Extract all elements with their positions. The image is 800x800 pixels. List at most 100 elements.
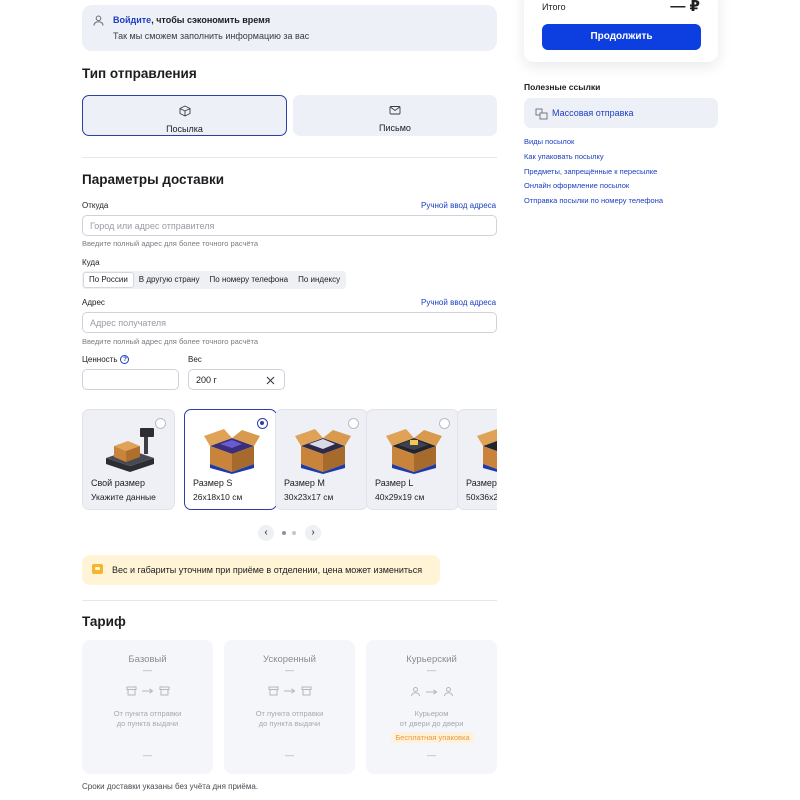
mass-sending-card[interactable]: Массовая отправка (524, 98, 718, 128)
size-dims: 40x29x19 см (375, 492, 425, 502)
weight-label: Вес (188, 355, 202, 364)
person-icon (443, 687, 453, 697)
tariff-desc-line2: до пункта выдачи (258, 719, 321, 728)
pager-dot[interactable] (282, 531, 286, 535)
weight-input[interactable]: 200 г (188, 369, 285, 390)
login-prompt: Войдите, чтобы сэкономить время (113, 15, 270, 25)
tab-by-index[interactable]: По индексу (293, 272, 345, 288)
tab-other-country[interactable]: В другую страну (134, 272, 205, 288)
store-icon (126, 686, 136, 696)
help-icon[interactable]: ? (120, 355, 130, 365)
link-send-by-phone[interactable]: Отправка посылки по номеру телефона (524, 196, 663, 205)
size-dims: 50x36x21 см (466, 492, 497, 502)
tariff-card-express[interactable]: Ускоренный — От пункта отправки до пункта… (224, 640, 355, 774)
tariff-time: — (285, 750, 294, 760)
chevron-right-icon[interactable]: › (305, 525, 321, 541)
size-card-m[interactable]: Размер M 30x23x17 см (275, 409, 368, 510)
type-letter-label: Письмо (379, 123, 411, 133)
route (224, 686, 355, 696)
from-hint: Введите полный адрес для более точного р… (82, 239, 259, 248)
tab-by-phone[interactable]: По номеру телефона (205, 272, 294, 288)
tariff-time: — (427, 750, 436, 760)
weight-value: 200 г (196, 374, 217, 385)
tariff-desc-line1: Курьером (414, 709, 449, 718)
size-dims: Укажите данные (91, 492, 156, 502)
address-label: Адрес (82, 298, 105, 307)
free-packaging-badge: Бесплатная упаковка (391, 732, 474, 743)
continue-button[interactable]: Продолжить (542, 24, 701, 50)
login-link[interactable]: Войдите (113, 15, 151, 25)
size-card-l[interactable]: Размер L 40x29x19 см (366, 409, 459, 510)
delivery-params-title: Параметры доставки (82, 172, 225, 187)
type-letter-card[interactable]: Письмо (293, 95, 497, 136)
tariff-desc-line1: От пункта отправки (113, 709, 182, 718)
size-name: Размер L (375, 478, 414, 488)
login-banner: Войдите, чтобы сэкономить время Так мы с… (82, 5, 497, 51)
arrow-right-icon (141, 688, 153, 694)
arrow-right-icon (283, 688, 295, 694)
size-name: Размер M (284, 478, 325, 488)
boxes-icon (535, 107, 548, 125)
tariff-card-basic[interactable]: Базовый — От пункта отправки до пункта вы… (82, 640, 213, 774)
link-parcel-types[interactable]: Виды посылок (524, 137, 574, 146)
tariff-price: — (427, 665, 436, 675)
size-card-s[interactable]: Размер S 26x18x10 см (184, 409, 277, 510)
tab-russia[interactable]: По России (83, 272, 134, 288)
size-card-custom[interactable]: Свой размер Укажите данные (82, 409, 175, 510)
store-icon (301, 686, 311, 696)
arrow-right-icon (425, 688, 437, 695)
tariff-desc-line2: от двери до двери (399, 719, 464, 728)
recipient-address-input[interactable]: Адрес получателя (82, 312, 497, 333)
tariff-desc: От пункта отправки до пункта выдачи (82, 709, 213, 729)
type-parcel-card[interactable]: Посылка (82, 95, 287, 136)
size-name: Размер XL (466, 478, 497, 488)
value-label-text: Ценность (82, 355, 118, 364)
declared-value-input[interactable] (82, 369, 179, 390)
warning-text: Вес и габариты уточним при приёме в отде… (112, 565, 423, 575)
person-icon (410, 687, 420, 697)
to-label: Куда (82, 258, 100, 267)
tariff-card-courier[interactable]: Курьерский — Курьером от двери до двери Б… (366, 640, 497, 774)
tariff-time: — (143, 750, 152, 760)
value-label: Ценность? (82, 355, 130, 365)
tariff-footnote: Сроки доставки указаны без учёта дня при… (82, 782, 259, 791)
link-prohibited-items[interactable]: Предметы, запрещённые к пересылке (524, 167, 657, 176)
size-carousel: Свой размер Укажите данные Размер S 26x1… (82, 409, 497, 511)
link-how-to-pack[interactable]: Как упаковать посылку (524, 152, 604, 161)
useful-links-title: Полезные ссылки (524, 82, 601, 92)
from-label: Откуда (82, 201, 109, 210)
user-icon (92, 14, 105, 32)
divider (82, 157, 497, 158)
login-subtitle: Так мы сможем заполнить информацию за ва… (113, 31, 310, 41)
type-parcel-label: Посылка (166, 124, 203, 134)
tariff-name: Базовый (128, 654, 167, 665)
from-address-input[interactable]: Город или адрес отправителя (82, 215, 497, 236)
open-box-icon (295, 429, 351, 474)
pager-dot[interactable] (292, 531, 296, 535)
tariff-desc: От пункта отправки до пункта выдачи (224, 709, 355, 729)
total-label: Итого (542, 2, 566, 12)
scale-with-box-icon (106, 428, 154, 472)
clear-icon[interactable] (266, 376, 275, 387)
tariff-desc-line2: до пункта выдачи (116, 719, 179, 728)
chevron-left-icon[interactable]: ‹ (258, 525, 274, 541)
store-icon (159, 686, 169, 696)
size-card-xl[interactable]: Размер XL 50x36x21 см (457, 409, 497, 510)
login-prompt-text: , чтобы сэкономить время (151, 15, 271, 25)
open-box-icon (386, 429, 442, 474)
tariff-price: — (285, 665, 294, 675)
total-amount: — ₽ (670, 0, 700, 15)
open-box-icon (477, 429, 497, 472)
divider (82, 600, 497, 601)
route (366, 686, 497, 697)
store-icon (268, 686, 278, 696)
address-manual-link[interactable]: Ручной ввод адреса (421, 298, 496, 307)
destination-tabs: По России В другую страну По номеру теле… (82, 271, 347, 289)
size-dims: 30x23x17 см (284, 492, 334, 502)
from-manual-link[interactable]: Ручной ввод адреса (421, 201, 496, 210)
link-online-registration[interactable]: Онлайн оформление посылок (524, 181, 629, 190)
box-icon (83, 104, 286, 122)
weight-warning: Вес и габариты уточним при приёме в отде… (82, 555, 440, 585)
tariff-desc: Курьером от двери до двери (366, 709, 497, 729)
shipment-type-title: Тип отправления (82, 66, 197, 81)
